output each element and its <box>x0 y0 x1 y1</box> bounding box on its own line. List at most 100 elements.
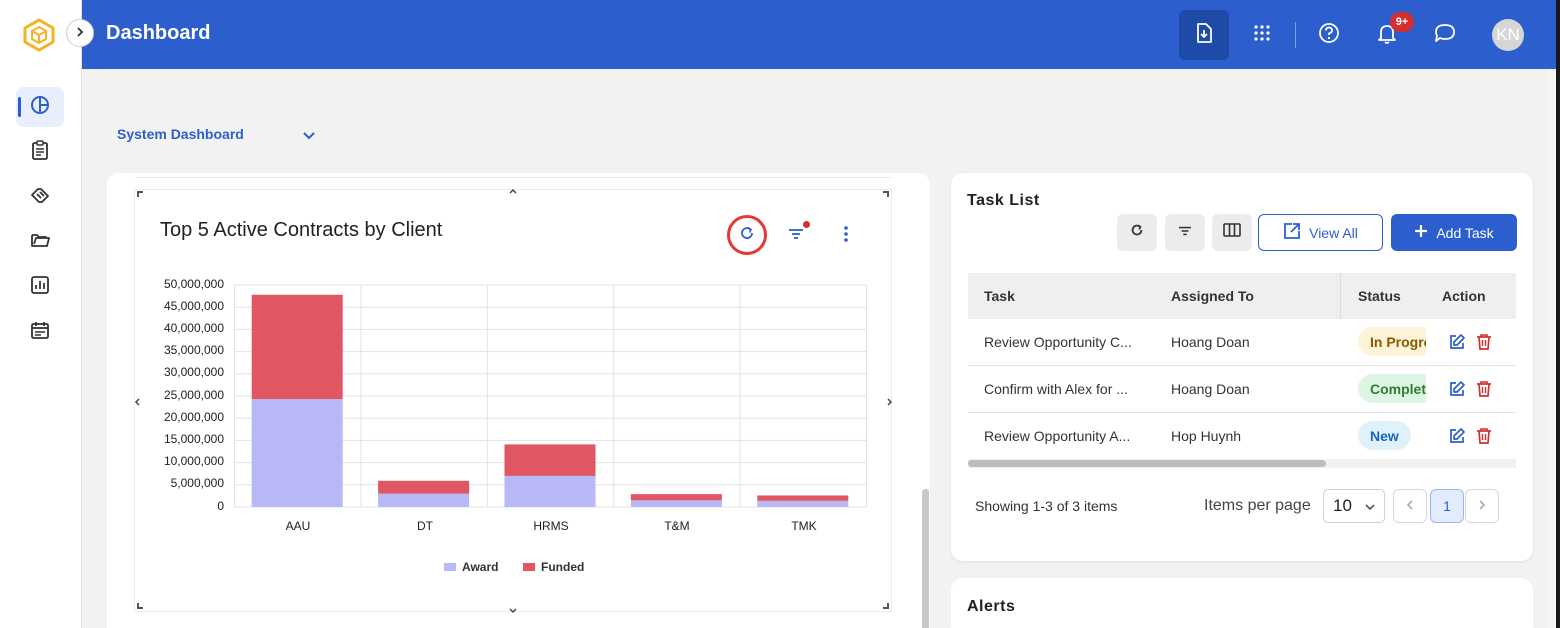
chevron-down-icon <box>1364 496 1376 516</box>
chat-button[interactable] <box>1420 10 1470 60</box>
status-badge: In Progress <box>1358 327 1426 356</box>
bar-award-tm[interactable] <box>630 500 722 507</box>
sidebar-item-dashboard[interactable] <box>16 87 64 127</box>
assigned-cell: Hoang Doan <box>1171 334 1250 350</box>
column-header-task[interactable]: Task <box>984 288 1015 304</box>
bar-funded-tmk[interactable] <box>757 495 849 501</box>
items-per-page-select[interactable]: 10 <box>1323 489 1385 523</box>
page-title: Dashboard <box>106 22 211 44</box>
items-per-page-value: 10 <box>1333 496 1352 515</box>
external-link-icon <box>1283 222 1301 243</box>
task-refresh-button[interactable] <box>1117 214 1157 251</box>
delete-icon[interactable] <box>1476 333 1492 356</box>
assigned-cell: Hoang Doan <box>1171 381 1250 397</box>
y-tick-label: 10,000,000 <box>163 454 224 468</box>
bar-award-aau[interactable] <box>251 399 343 507</box>
sidebar-item-calendar[interactable] <box>16 312 64 352</box>
assigned-cell: Hop Huynh <box>1171 428 1242 444</box>
task-cell: Review Opportunity C... <box>984 334 1132 350</box>
bar-funded-dt[interactable] <box>378 480 470 494</box>
window-edge <box>1556 0 1560 628</box>
resize-up-icon[interactable] <box>508 184 518 198</box>
edit-icon[interactable] <box>1448 427 1466 450</box>
resize-down-icon[interactable] <box>508 604 518 618</box>
bar-funded-hrms[interactable] <box>504 444 596 476</box>
sidebar-expand-button[interactable] <box>66 19 94 47</box>
edit-icon[interactable] <box>1448 333 1466 356</box>
scrollbar-thumb[interactable] <box>968 460 1326 467</box>
legend-item-funded[interactable]: Funded <box>523 560 584 574</box>
view-all-button[interactable]: View All <box>1258 214 1383 251</box>
y-axis-labels: 50,000,000 45,000,000 40,000,000 35,000,… <box>140 277 224 517</box>
next-page-button[interactable] <box>1465 489 1499 523</box>
resize-right-icon[interactable] <box>886 396 894 410</box>
add-task-button[interactable]: Add Task <box>1391 214 1517 251</box>
row-actions <box>1448 333 1492 356</box>
table-horizontal-scrollbar[interactable] <box>968 459 1516 468</box>
legend-item-award[interactable]: Award <box>444 560 498 574</box>
table-row[interactable]: Review Opportunity C... Hoang Doan In Pr… <box>968 319 1516 366</box>
y-tick-label: 0 <box>217 499 224 513</box>
chevron-down-icon[interactable] <box>302 128 316 146</box>
page-button[interactable]: 1 <box>1430 489 1464 523</box>
bar-funded-tm[interactable] <box>630 494 722 501</box>
chart-more-button[interactable] <box>836 224 856 248</box>
plus-icon <box>1414 224 1428 241</box>
bar-award-tmk[interactable] <box>757 500 849 507</box>
y-tick-label: 40,000,000 <box>163 321 224 335</box>
y-tick-label: 20,000,000 <box>163 410 224 424</box>
help-icon <box>1318 22 1340 49</box>
pie-chart-icon <box>30 95 50 120</box>
clipboard-icon <box>30 139 50 165</box>
delete-icon[interactable] <box>1476 427 1492 450</box>
resize-corner[interactable] <box>137 603 143 609</box>
apps-button[interactable] <box>1237 10 1287 60</box>
task-columns-button[interactable] <box>1212 214 1252 251</box>
bar-award-dt[interactable] <box>378 493 470 507</box>
download-button[interactable] <box>1179 10 1229 60</box>
notifications-button[interactable]: 9+ <box>1362 10 1414 60</box>
sidebar-item-contracts[interactable] <box>16 132 64 172</box>
header-divider <box>1295 22 1296 48</box>
help-button[interactable] <box>1304 10 1354 60</box>
avatar-initials: KN <box>1496 25 1520 44</box>
panel-scrollbar[interactable] <box>922 489 929 628</box>
filter-icon <box>1177 224 1193 242</box>
panel-divider <box>135 177 891 178</box>
download-icon <box>1193 22 1215 49</box>
status-cell: In Progress <box>1340 319 1426 365</box>
x-tick-label: AAU <box>285 519 311 533</box>
previous-page-button[interactable] <box>1393 489 1427 523</box>
sidebar-item-deals[interactable] <box>16 177 64 217</box>
left-sidebar <box>0 0 82 628</box>
status-badge: Completed <box>1358 374 1426 403</box>
dashboard-selector[interactable]: System Dashboard <box>117 126 244 142</box>
avatar[interactable]: KN <box>1492 19 1524 51</box>
sidebar-item-documents[interactable] <box>16 222 64 262</box>
column-header-action[interactable]: Action <box>1442 288 1486 304</box>
table-header: Task Assigned To Status Action <box>968 273 1516 319</box>
x-tick-label: HRMS <box>533 519 569 533</box>
table-row[interactable]: Review Opportunity A... Hop Huynh New <box>968 413 1516 460</box>
column-header-status[interactable]: Status <box>1358 288 1401 304</box>
column-header-assigned[interactable]: Assigned To <box>1171 288 1254 304</box>
bar-funded-aau[interactable] <box>251 294 343 400</box>
edit-icon[interactable] <box>1448 380 1466 403</box>
y-tick-label: 15,000,000 <box>163 432 224 446</box>
bar-award-hrms[interactable] <box>504 475 596 507</box>
table-row[interactable]: Confirm with Alex for ... Hoang Doan Com… <box>968 366 1516 413</box>
task-cell: Review Opportunity A... <box>984 428 1131 444</box>
x-tick-label: T&M <box>664 519 690 533</box>
refresh-chart-button[interactable] <box>727 215 767 255</box>
resize-corner[interactable] <box>883 191 889 197</box>
resize-corner[interactable] <box>883 603 889 609</box>
task-filter-button[interactable] <box>1165 214 1205 251</box>
delete-icon[interactable] <box>1476 380 1492 403</box>
stacked-bar-chart <box>234 284 867 508</box>
resize-corner[interactable] <box>137 191 143 197</box>
legend-label: Funded <box>541 560 585 574</box>
sidebar-item-reports[interactable] <box>16 267 64 307</box>
task-list-title: Task List <box>967 192 1040 209</box>
filter-icon <box>787 227 805 246</box>
app-logo-icon[interactable] <box>22 18 56 52</box>
